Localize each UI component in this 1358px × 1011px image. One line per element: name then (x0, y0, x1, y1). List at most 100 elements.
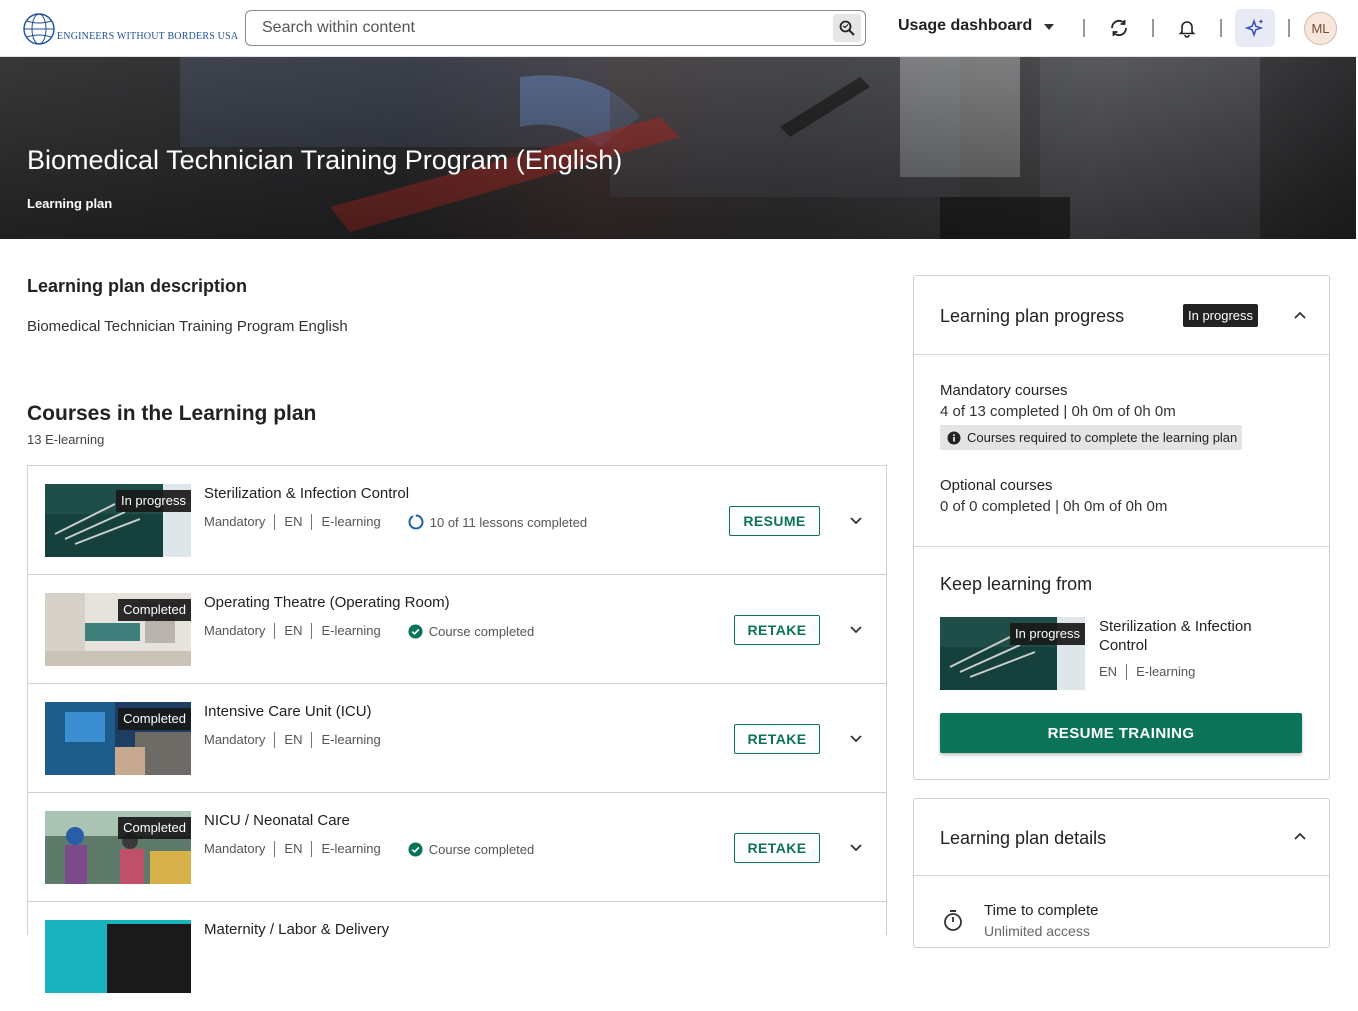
course-status-badge: Completed (118, 817, 191, 839)
search-input[interactable] (246, 11, 806, 45)
chevron-up-icon (1294, 832, 1306, 840)
ai-assistant-button[interactable] (1235, 9, 1275, 47)
course-progress-status: Course completed (399, 623, 535, 639)
chevron-down-icon (850, 844, 862, 852)
course-status-text: 10 of 11 lessons completed (429, 514, 588, 530)
divider (1152, 19, 1154, 37)
course-type: E-learning (311, 514, 389, 530)
avatar[interactable]: ML (1304, 12, 1337, 45)
course-type: E-learning (311, 623, 389, 639)
time-to-complete-label: Time to complete (984, 902, 1099, 919)
course-language: EN (274, 623, 311, 639)
progress-panel-header[interactable]: Learning plan progress In progress (914, 276, 1329, 355)
course-meta: Mandatory EN E-learning Course completed (204, 840, 534, 858)
search-button[interactable] (833, 14, 861, 42)
course-title[interactable]: Operating Theatre (Operating Room) (204, 594, 450, 611)
course-title[interactable]: Intensive Care Unit (ICU) (204, 703, 372, 720)
course-status-text: Course completed (428, 841, 535, 857)
course-title[interactable]: Sterilization & Infection Control (204, 485, 409, 502)
learning-plan-progress-panel: Learning plan progress In progress Manda… (913, 275, 1330, 780)
course-list: In progress Sterilization & Infection Co… (27, 465, 887, 993)
details-panel-title: Learning plan details (940, 828, 1107, 848)
course-row[interactable]: Completed NICU / Neonatal Care Mandatory… (28, 793, 886, 902)
course-status-badge: Completed (118, 708, 191, 730)
sparkle-icon (1244, 18, 1264, 38)
resume-button[interactable]: RESUME (729, 506, 820, 536)
course-requirement: Mandatory (204, 841, 266, 856)
ewb-logo[interactable]: ENGINEERS WITHOUT BORDERS USA (22, 12, 238, 46)
progress-panel-title: Learning plan progress (940, 306, 1125, 326)
logo-text: ENGINEERS WITHOUT BORDERS USA (57, 30, 239, 42)
time-to-complete-value: Unlimited access (984, 923, 1090, 939)
sync-button[interactable] (1104, 13, 1134, 43)
chevron-down-icon (850, 626, 862, 634)
usage-dashboard-label: Usage dashboard (898, 17, 1033, 34)
expand-button[interactable] (848, 513, 864, 529)
expand-button[interactable] (848, 731, 864, 747)
optional-value: 0 of 0 completed | 0h 0m of 0h 0m (940, 498, 1168, 515)
hero-banner: Biomedical Technician Training Program (… (0, 57, 1356, 239)
course-status-badge: Completed (118, 599, 191, 621)
keep-learning-type: E-learning (1126, 664, 1204, 680)
course-status-badge: In progress (115, 490, 191, 512)
course-row[interactable]: Completed Operating Theatre (Operating R… (28, 575, 886, 684)
course-row[interactable]: Completed Intensive Care Unit (ICU) Mand… (28, 684, 886, 793)
page-title: Biomedical Technician Training Program (… (27, 145, 623, 175)
search-box (245, 10, 866, 46)
chevron-down-icon (850, 735, 862, 743)
course-title[interactable]: NICU / Neonatal Care (204, 812, 350, 829)
notifications-button[interactable] (1172, 13, 1202, 43)
expand-button[interactable] (848, 840, 864, 856)
course-thumbnail[interactable]: Completed (45, 702, 191, 775)
keep-learning-heading: Keep learning from (940, 574, 1093, 594)
course-type: E-learning (311, 732, 389, 748)
courses-count: 13 E-learning (27, 432, 105, 447)
course-thumbnail[interactable]: In progress (45, 484, 191, 557)
course-row[interactable]: In progress Sterilization & Infection Co… (28, 466, 886, 575)
retake-button[interactable]: RETAKE (734, 833, 820, 863)
keep-learning-thumbnail[interactable]: In progress (940, 617, 1085, 690)
learning-plan-details-panel: Learning plan details Time to complete U… (913, 798, 1330, 948)
course-meta: Mandatory EN E-learning (204, 731, 390, 749)
course-thumbnail[interactable]: Completed (45, 593, 191, 666)
globe-logo-icon (23, 13, 55, 45)
resume-training-button[interactable]: RESUME TRAINING (940, 713, 1302, 753)
usage-dashboard-dropdown[interactable]: Usage dashboard (898, 17, 1055, 35)
optional-label: Optional courses (940, 477, 1053, 494)
top-bar: ENGINEERS WITHOUT BORDERS USA Usage dash… (0, 0, 1358, 57)
page-subtitle: Learning plan (27, 196, 113, 211)
course-type: E-learning (311, 841, 389, 857)
divider (914, 546, 1329, 547)
course-row[interactable]: Maternity / Labor & Delivery (28, 902, 886, 1011)
description-heading: Learning plan description (27, 276, 248, 296)
courses-heading: Courses in the Learning plan (27, 402, 317, 425)
retake-button[interactable]: RETAKE (734, 724, 820, 754)
course-thumbnail[interactable] (45, 920, 191, 993)
retake-button[interactable]: RETAKE (734, 615, 820, 645)
expand-button[interactable] (848, 622, 864, 638)
collapse-button[interactable] (1292, 828, 1308, 844)
course-requirement: Mandatory (204, 514, 266, 529)
keep-learning-meta: EN E-learning (1099, 664, 1204, 680)
check-circle-icon (408, 841, 423, 857)
chevron-down-icon (850, 517, 862, 525)
info-chip: Courses required to complete the learnin… (940, 425, 1243, 450)
course-requirement: Mandatory (204, 623, 266, 638)
keep-learning-course-title[interactable]: Sterilization & Infection Control (1099, 617, 1299, 655)
course-thumbnail[interactable]: Completed (45, 811, 191, 884)
stopwatch-icon (944, 910, 962, 931)
chevron-up-icon (1294, 311, 1306, 319)
keep-learning-language: EN (1099, 664, 1118, 679)
check-circle-icon (408, 623, 423, 639)
course-progress-status: Course completed (399, 841, 535, 857)
progress-ring-icon (408, 514, 424, 530)
mandatory-value: 4 of 13 completed | 0h 0m of 0h 0m (940, 403, 1176, 420)
details-panel-header[interactable]: Learning plan details (914, 799, 1329, 876)
course-language: EN (274, 514, 311, 530)
info-icon (947, 431, 961, 444)
status-badge: In progress (1183, 304, 1259, 327)
collapse-button[interactable] (1292, 307, 1308, 323)
keep-learning-status-badge: In progress (1009, 623, 1085, 645)
course-status-text: Course completed (428, 623, 535, 639)
bell-icon (1178, 21, 1196, 38)
